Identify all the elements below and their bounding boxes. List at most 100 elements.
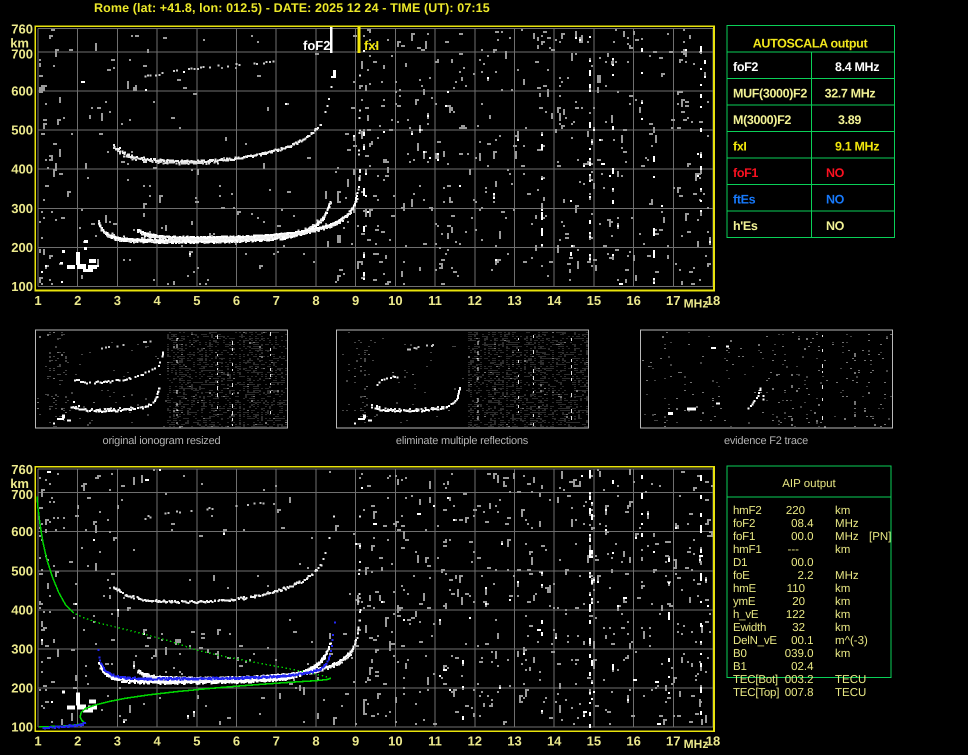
svg-text:1: 1	[34, 293, 41, 308]
svg-text:13: 13	[507, 293, 521, 308]
svg-text:9.1 MHz: 9.1 MHz	[835, 140, 879, 154]
svg-text:110: 110	[787, 583, 805, 595]
svg-text:B1: B1	[733, 661, 747, 673]
svg-text:km: km	[10, 36, 29, 51]
svg-text:TEC[Bot]: TEC[Bot]	[733, 674, 778, 686]
svg-text:6: 6	[233, 734, 240, 749]
svg-text:TECU: TECU	[835, 687, 866, 699]
svg-text:2: 2	[74, 734, 81, 749]
svg-text:100: 100	[11, 279, 33, 294]
svg-text:Ewidth: Ewidth	[733, 622, 766, 634]
svg-text:hmE: hmE	[733, 583, 757, 595]
svg-text:2.2: 2.2	[798, 570, 814, 582]
svg-text:ftEs: ftEs	[733, 193, 756, 207]
svg-text:200: 200	[11, 240, 33, 255]
svg-text:ymE: ymE	[733, 596, 756, 608]
svg-text:15: 15	[587, 293, 601, 308]
svg-text:5: 5	[193, 293, 200, 308]
svg-text:13: 13	[507, 734, 521, 749]
svg-text:10: 10	[388, 734, 402, 749]
svg-text:original ionogram resized: original ionogram resized	[103, 435, 221, 447]
svg-text:760: 760	[11, 22, 33, 37]
svg-text:4: 4	[154, 293, 162, 308]
svg-text:8.4 MHz: 8.4 MHz	[835, 60, 879, 74]
svg-text:km: km	[835, 596, 850, 608]
svg-text:32.7 MHz: 32.7 MHz	[825, 87, 876, 101]
svg-text:200: 200	[11, 681, 33, 696]
svg-text:km: km	[10, 476, 29, 491]
svg-text:[PN]: [PN]	[869, 531, 891, 543]
svg-text:foF2: foF2	[733, 60, 758, 74]
svg-text:hmF1: hmF1	[733, 544, 762, 556]
svg-text:400: 400	[11, 602, 33, 617]
svg-text:400: 400	[11, 162, 33, 177]
svg-text:Rome (lat: +41.8, lon: 012.5): Rome (lat: +41.8, lon: 012.5) - DATE: 20…	[94, 1, 490, 15]
svg-text:km: km	[835, 505, 850, 517]
svg-text:8: 8	[312, 293, 319, 308]
svg-text:14: 14	[547, 734, 562, 749]
svg-text:D1: D1	[733, 557, 747, 569]
svg-text:5: 5	[193, 734, 200, 749]
svg-text:km: km	[835, 648, 850, 660]
svg-text:12: 12	[468, 293, 482, 308]
svg-text:00.0: 00.0	[791, 531, 813, 543]
svg-text:MHz: MHz	[835, 531, 859, 543]
svg-text:3: 3	[114, 734, 121, 749]
svg-text:foF1: foF1	[733, 531, 755, 543]
svg-text:foF1: foF1	[733, 166, 758, 180]
svg-text:foE: foE	[733, 570, 750, 582]
svg-text:MUF(3000)F2: MUF(3000)F2	[733, 87, 807, 101]
svg-text:NO: NO	[826, 219, 845, 233]
svg-text:foF2: foF2	[303, 38, 330, 53]
svg-text:2: 2	[74, 293, 81, 308]
svg-text:220: 220	[786, 505, 805, 517]
svg-text:DelN_vE: DelN_vE	[733, 635, 777, 647]
svg-text:hmF2: hmF2	[733, 505, 762, 517]
svg-text:4: 4	[154, 734, 162, 749]
svg-text:500: 500	[11, 563, 33, 578]
svg-text:km: km	[835, 609, 850, 621]
svg-text:17: 17	[666, 293, 680, 308]
svg-text:3.89: 3.89	[838, 113, 861, 127]
svg-text:TECU: TECU	[835, 674, 866, 686]
svg-text:12: 12	[468, 734, 482, 749]
svg-text:16: 16	[626, 734, 640, 749]
svg-text:15: 15	[587, 734, 601, 749]
svg-text:600: 600	[11, 524, 33, 539]
svg-text:km: km	[835, 583, 850, 595]
svg-text:eliminate multiple reflections: eliminate multiple reflections	[396, 435, 529, 447]
svg-text:8: 8	[312, 734, 319, 749]
svg-text:003.2: 003.2	[785, 674, 814, 686]
svg-text:M(3000)F2: M(3000)F2	[733, 113, 791, 127]
svg-text:1: 1	[34, 734, 41, 749]
svg-text:00.0: 00.0	[791, 557, 813, 569]
svg-text:fxI: fxI	[364, 38, 379, 53]
svg-text:007.8: 007.8	[785, 687, 814, 699]
svg-text:11: 11	[428, 293, 442, 308]
svg-text:km: km	[835, 544, 850, 556]
svg-text:B0: B0	[733, 648, 747, 660]
svg-text:7: 7	[273, 734, 280, 749]
svg-text:---: ---	[788, 544, 800, 556]
svg-text:evidence F2 trace: evidence F2 trace	[724, 435, 808, 447]
svg-text:MHz: MHz	[684, 737, 709, 751]
svg-text:AIP output: AIP output	[782, 478, 836, 490]
svg-text:32: 32	[792, 622, 805, 634]
svg-text:300: 300	[11, 642, 33, 657]
svg-text:16: 16	[626, 293, 640, 308]
svg-text:3: 3	[114, 293, 121, 308]
svg-text:00.1: 00.1	[791, 635, 813, 647]
svg-text:9: 9	[352, 734, 359, 749]
svg-text:14: 14	[547, 293, 562, 308]
svg-text:NO: NO	[826, 166, 845, 180]
svg-text:foF2: foF2	[733, 518, 755, 530]
svg-text:10: 10	[388, 293, 402, 308]
svg-text:100: 100	[11, 720, 33, 735]
svg-text:NO: NO	[826, 193, 845, 207]
svg-text:km: km	[835, 622, 850, 634]
svg-text:6: 6	[233, 293, 240, 308]
svg-text:039.0: 039.0	[785, 648, 814, 660]
svg-text:500: 500	[11, 123, 33, 138]
svg-text:20: 20	[792, 596, 805, 608]
svg-text:MHz: MHz	[684, 297, 709, 311]
